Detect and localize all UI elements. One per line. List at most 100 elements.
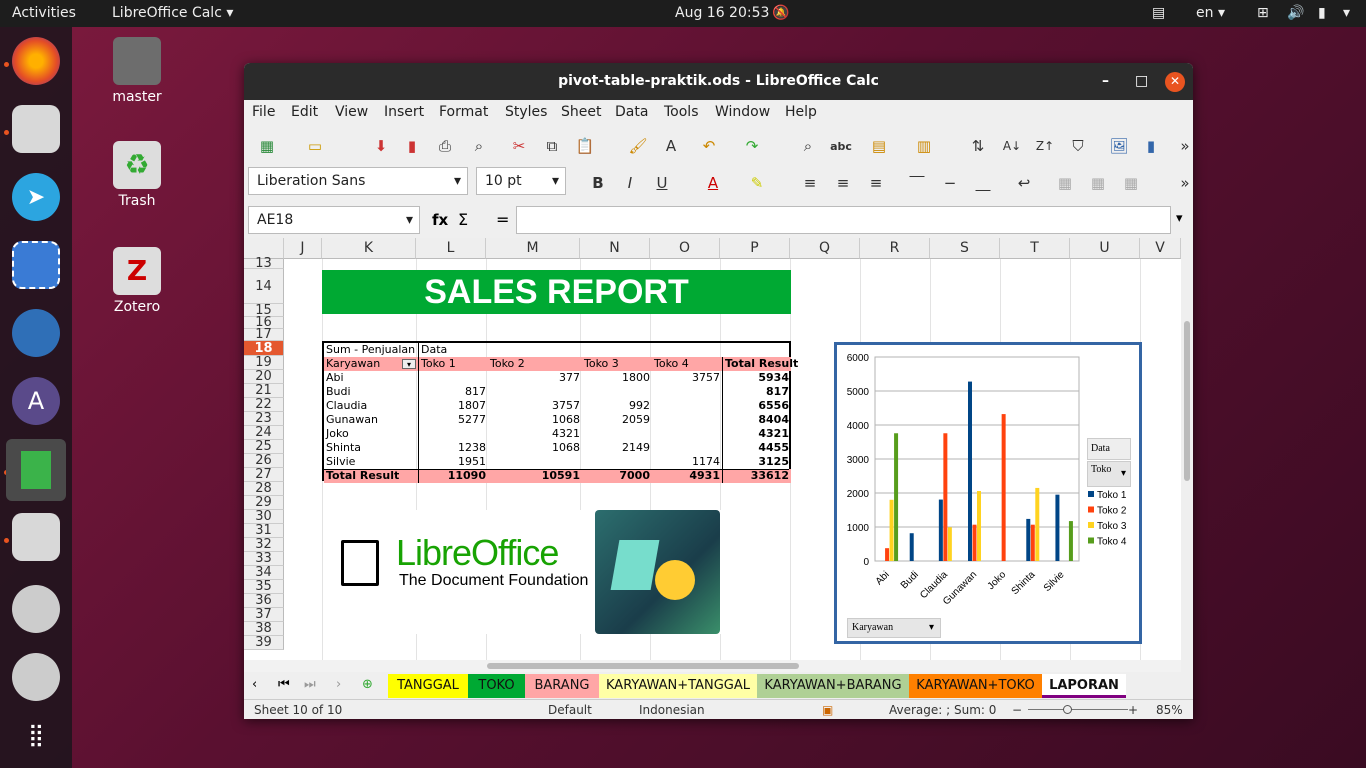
scroll-tabs-right-icon[interactable]: › xyxy=(336,677,341,692)
name-box[interactable]: AE18 ▾ xyxy=(248,206,420,234)
menu-format[interactable]: Format xyxy=(439,104,488,120)
column-header[interactable]: K xyxy=(322,238,416,259)
print-icon[interactable]: ⎙ xyxy=(432,133,458,159)
desktop-icon-master[interactable]: master xyxy=(92,37,182,105)
column-header[interactable]: U xyxy=(1070,238,1140,259)
menu-styles[interactable]: Styles xyxy=(505,104,547,120)
wrap-text-icon[interactable]: ↩ xyxy=(1011,170,1037,196)
tab-karyawan-toko[interactable]: KARYAWAN+TOKO xyxy=(909,674,1042,698)
minimize-button[interactable]: – xyxy=(1102,63,1109,100)
new-spreadsheet-icon[interactable]: ▦ xyxy=(254,133,280,159)
show-apps-icon[interactable]: ⣿ xyxy=(12,711,60,759)
menu-insert[interactable]: Insert xyxy=(384,104,424,120)
export-pdf-icon[interactable]: ▮ xyxy=(399,133,425,159)
spelling-icon[interactable]: abc xyxy=(828,133,854,159)
selection-summary[interactable]: Average: ; Sum: 0 xyxy=(889,703,996,717)
zoom-slider-handle[interactable] xyxy=(1063,705,1072,714)
font-name-box[interactable]: Liberation Sans ▾ xyxy=(248,167,468,195)
row-header[interactable]: 25 xyxy=(244,440,284,454)
column-header[interactable]: M xyxy=(486,238,580,259)
libreoffice-calc-icon[interactable] xyxy=(6,439,66,501)
row-header[interactable]: 20 xyxy=(244,370,284,384)
row-icon[interactable]: ▤ xyxy=(866,133,892,159)
expand-formula-icon[interactable]: ▾ xyxy=(1176,211,1183,226)
row-header[interactable]: 33 xyxy=(244,552,284,566)
maximize-button[interactable]: □ xyxy=(1135,63,1148,100)
row-header[interactable]: 39 xyxy=(244,636,284,650)
align-center-icon[interactable]: ≡ xyxy=(830,170,856,196)
telegram-icon[interactable]: ➤ xyxy=(12,173,60,221)
pivot-table[interactable]: Sum - Penjualan Data Karyawan ▾ Toko 1 Toko 2… xyxy=(322,341,798,483)
legend-field-button[interactable]: Toko ▾ xyxy=(1087,461,1131,487)
row-header[interactable]: 24 xyxy=(244,426,284,440)
tab-barang[interactable]: BARANG xyxy=(525,674,599,698)
first-sheet-icon[interactable]: ⏮ xyxy=(278,677,290,692)
sum-icon[interactable]: Σ xyxy=(458,210,468,229)
files-icon-2[interactable] xyxy=(12,513,60,561)
align-left-icon[interactable]: ≡ xyxy=(797,170,823,196)
zoom-in-icon[interactable]: + xyxy=(1128,703,1138,717)
column-header[interactable]: L xyxy=(416,238,486,259)
insert-image-icon[interactable]: 🖼 xyxy=(1106,133,1132,159)
cut-icon[interactable]: ✂ xyxy=(506,133,532,159)
sheet-position[interactable]: Sheet 10 of 10 xyxy=(254,703,342,717)
tab-karyawan-barang[interactable]: KARYAWAN+BARANG xyxy=(757,674,909,698)
redo-icon[interactable]: ↷ xyxy=(739,133,765,159)
column-icon[interactable]: ▥ xyxy=(911,133,937,159)
chart-frame[interactable]: 0 1000 2000 3000 4000 5000 6000 Abi Budi Claudia G… xyxy=(834,342,1142,644)
menu-help[interactable]: Help xyxy=(785,104,817,120)
clear-formatting-icon[interactable]: A xyxy=(658,133,684,159)
menu-edit[interactable]: Edit xyxy=(291,104,318,120)
row-header[interactable]: 13 xyxy=(244,257,284,270)
sort-descending-icon[interactable]: Z↑ xyxy=(1032,133,1058,159)
column-header[interactable]: J xyxy=(284,238,322,259)
zoom-out-icon[interactable]: − xyxy=(1012,703,1022,717)
column-header[interactable]: V xyxy=(1140,238,1181,259)
last-sheet-icon[interactable]: ⏭ xyxy=(304,677,316,692)
row-header[interactable]: 28 xyxy=(244,482,284,496)
battery-icon[interactable]: ▮ xyxy=(1318,5,1326,21)
row-header[interactable]: 26 xyxy=(244,454,284,468)
align-middle-icon[interactable]: − xyxy=(937,170,963,196)
more-options-icon[interactable]: » xyxy=(1172,133,1193,159)
clipboard-icon[interactable]: ▤ xyxy=(1152,5,1165,21)
undo-icon[interactable]: ↶ xyxy=(696,133,722,159)
sort-icon[interactable]: ⇅ xyxy=(965,133,991,159)
align-right-icon[interactable]: ≡ xyxy=(863,170,889,196)
add-sheet-icon[interactable]: ⊕ xyxy=(362,677,373,692)
sort-ascending-icon[interactable]: A↓ xyxy=(999,133,1025,159)
row-header[interactable]: 23 xyxy=(244,412,284,426)
menu-view[interactable]: View xyxy=(335,104,368,120)
tab-karyawan-tanggal[interactable]: KARYAWAN+TANGGAL xyxy=(599,674,757,698)
horizontal-scroll-thumb[interactable] xyxy=(487,663,799,669)
row-header[interactable]: 17 xyxy=(244,328,284,341)
highlight-icon[interactable]: ✎ xyxy=(744,170,770,196)
merge-cells-icon[interactable]: ▦ xyxy=(1052,170,1078,196)
insert-chart-icon[interactable]: ▮ xyxy=(1138,133,1164,159)
volume-icon[interactable]: 🔊 xyxy=(1287,5,1304,21)
row-header[interactable]: 37 xyxy=(244,608,284,622)
align-top-icon[interactable]: ⎺ xyxy=(904,170,930,196)
menu-sheet[interactable]: Sheet xyxy=(561,104,601,120)
dropdown-arrow-icon[interactable]: ▾ xyxy=(402,359,416,369)
formula-icon[interactable]: = xyxy=(496,210,509,229)
vertical-scroll-thumb[interactable] xyxy=(1184,321,1190,481)
row-header[interactable]: 19 xyxy=(244,356,284,370)
print-preview-icon[interactable]: ⌕ xyxy=(466,133,492,159)
language-menu[interactable]: en ▾ xyxy=(1196,5,1225,21)
software-center-icon[interactable]: A xyxy=(12,377,60,425)
app-menu[interactable]: LibreOffice Calc ▾ xyxy=(112,5,233,21)
row-header[interactable]: 32 xyxy=(244,538,284,552)
column-header[interactable]: S xyxy=(930,238,1000,259)
row-header[interactable]: 29 xyxy=(244,496,284,510)
paste-icon[interactable]: 📋 xyxy=(572,133,598,159)
clone-format-icon[interactable]: 🖌 xyxy=(625,133,651,159)
autofilter-icon[interactable]: ⛉ xyxy=(1065,133,1091,159)
files-icon[interactable] xyxy=(12,105,60,153)
browser-icon[interactable] xyxy=(12,309,60,357)
font-size-box[interactable]: 10 pt ▾ xyxy=(476,167,566,195)
row-header[interactable]: 18 xyxy=(244,341,284,356)
menu-data[interactable]: Data xyxy=(615,104,648,120)
copy-icon[interactable]: ⧉ xyxy=(539,133,565,159)
activities-button[interactable]: Activities xyxy=(12,5,76,21)
